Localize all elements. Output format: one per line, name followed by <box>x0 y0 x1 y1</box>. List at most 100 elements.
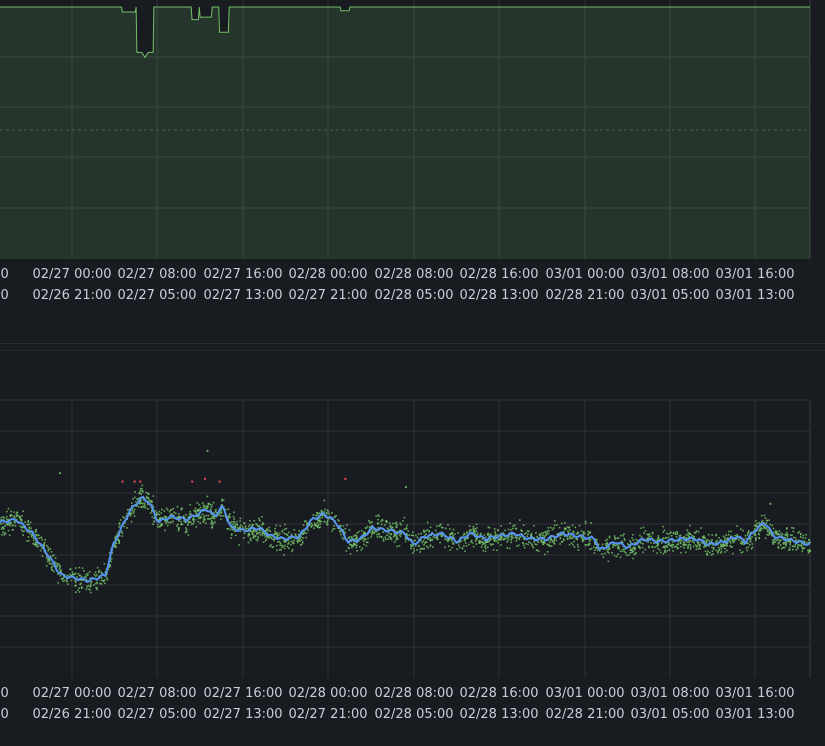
scatter-point <box>705 540 708 543</box>
scatter-point <box>51 563 53 565</box>
scatter-point <box>205 514 208 517</box>
scatter-point <box>234 526 237 528</box>
scatter-point <box>279 542 282 545</box>
scatter-point <box>685 544 688 546</box>
scatter-point <box>789 534 792 537</box>
scatter-point <box>537 550 540 552</box>
scatter-point <box>554 520 556 522</box>
x-tick-label-secondary: 13:00 <box>0 288 9 303</box>
scatter-point <box>416 536 419 539</box>
scatter-point <box>674 533 677 535</box>
scatter-point <box>388 535 390 538</box>
scatter-point <box>275 531 277 534</box>
scatter-point <box>625 552 627 554</box>
scatter-point <box>346 524 348 526</box>
scatter-point <box>222 515 225 517</box>
uptime-panel: 16:00 02/27 00:00 02/27 08:00 02/27 16:00 02… <box>0 0 825 343</box>
scatter-point <box>249 537 252 540</box>
scatter-point <box>35 528 38 531</box>
scatter-point <box>378 533 380 535</box>
scatter-point <box>148 493 150 495</box>
scatter-point <box>806 541 808 544</box>
scatter-point <box>96 588 98 591</box>
scatter-point <box>512 527 514 530</box>
scatter-point <box>53 570 55 573</box>
scatter-point <box>584 544 587 546</box>
scatter-point <box>559 543 561 545</box>
scatter-point <box>766 530 769 533</box>
x-tick-label-secondary: 13:00 <box>0 707 9 722</box>
scatter-point <box>576 538 579 541</box>
scatter-point <box>772 543 775 545</box>
scatter-point <box>489 543 492 545</box>
scatter-point <box>801 550 804 553</box>
x-tick-label-secondary: 03/01 05:00 <box>630 707 709 722</box>
x-tick-label-secondary: 02/27 13:00 <box>203 288 282 303</box>
scatter-point <box>396 545 398 548</box>
scatter-point <box>3 532 5 534</box>
scatter-point <box>582 533 585 536</box>
scatter-point <box>754 534 757 536</box>
scatter-point <box>642 526 645 529</box>
scatter-point <box>472 545 475 548</box>
scatter-point <box>232 515 235 518</box>
scatter-point <box>778 530 781 532</box>
scatter-point <box>248 524 251 526</box>
x-tick-label-secondary: 02/28 05:00 <box>374 288 453 303</box>
scatter-point <box>607 548 610 551</box>
scatter-point <box>310 525 313 528</box>
scatter-point <box>567 530 569 532</box>
scatter-point <box>750 547 753 550</box>
scatter-point <box>387 532 390 535</box>
scatter-point <box>172 508 174 510</box>
scatter-point <box>800 533 802 536</box>
scatter-point <box>210 506 213 508</box>
scatter-point <box>2 522 5 525</box>
scatter-point <box>164 529 166 532</box>
scatter-point <box>530 534 533 537</box>
scatter-point <box>761 519 764 522</box>
scatter-point <box>233 530 236 533</box>
scatter-point <box>429 545 432 547</box>
x-tick-label: 02/28 00:00 <box>288 267 367 282</box>
scatter-point <box>328 513 331 515</box>
scatter-point <box>333 528 336 530</box>
scatter-point <box>651 545 653 548</box>
scatter-point <box>135 500 137 503</box>
scatter-point <box>29 533 32 535</box>
scatter-point <box>706 553 709 556</box>
scatter-point <box>625 554 628 557</box>
scatter-point <box>656 539 659 541</box>
scatter-point <box>774 539 776 541</box>
scatter-point <box>371 529 373 532</box>
scatter-point <box>672 550 674 552</box>
scatter-point <box>784 533 787 536</box>
scatter-point <box>239 524 242 527</box>
scatter-point <box>672 531 675 534</box>
scatter-point <box>762 525 765 527</box>
scatter-point <box>298 530 300 532</box>
scatter-point <box>640 536 643 538</box>
scatter-point <box>513 524 516 527</box>
scatter-point <box>780 532 782 535</box>
scatter-point <box>412 534 414 537</box>
scatter-point <box>568 543 571 546</box>
scatter-point <box>185 528 188 531</box>
scatter-point <box>720 547 723 550</box>
scatter-point <box>130 520 133 523</box>
scatter-point <box>80 586 83 588</box>
scatter-point <box>407 530 409 532</box>
scatter-point <box>717 551 719 554</box>
scatter-point <box>302 537 304 539</box>
scatter-point <box>668 542 670 544</box>
scatter-point <box>470 541 472 543</box>
scatter-point <box>348 547 350 550</box>
scatter-point <box>49 548 52 550</box>
scatter-point <box>468 525 471 527</box>
scatter-point <box>589 538 592 541</box>
scatter-point <box>725 534 728 536</box>
scatter-point <box>304 520 307 522</box>
scatter-point <box>422 547 425 550</box>
scatter-point <box>19 516 22 518</box>
scatter-point <box>753 528 756 530</box>
